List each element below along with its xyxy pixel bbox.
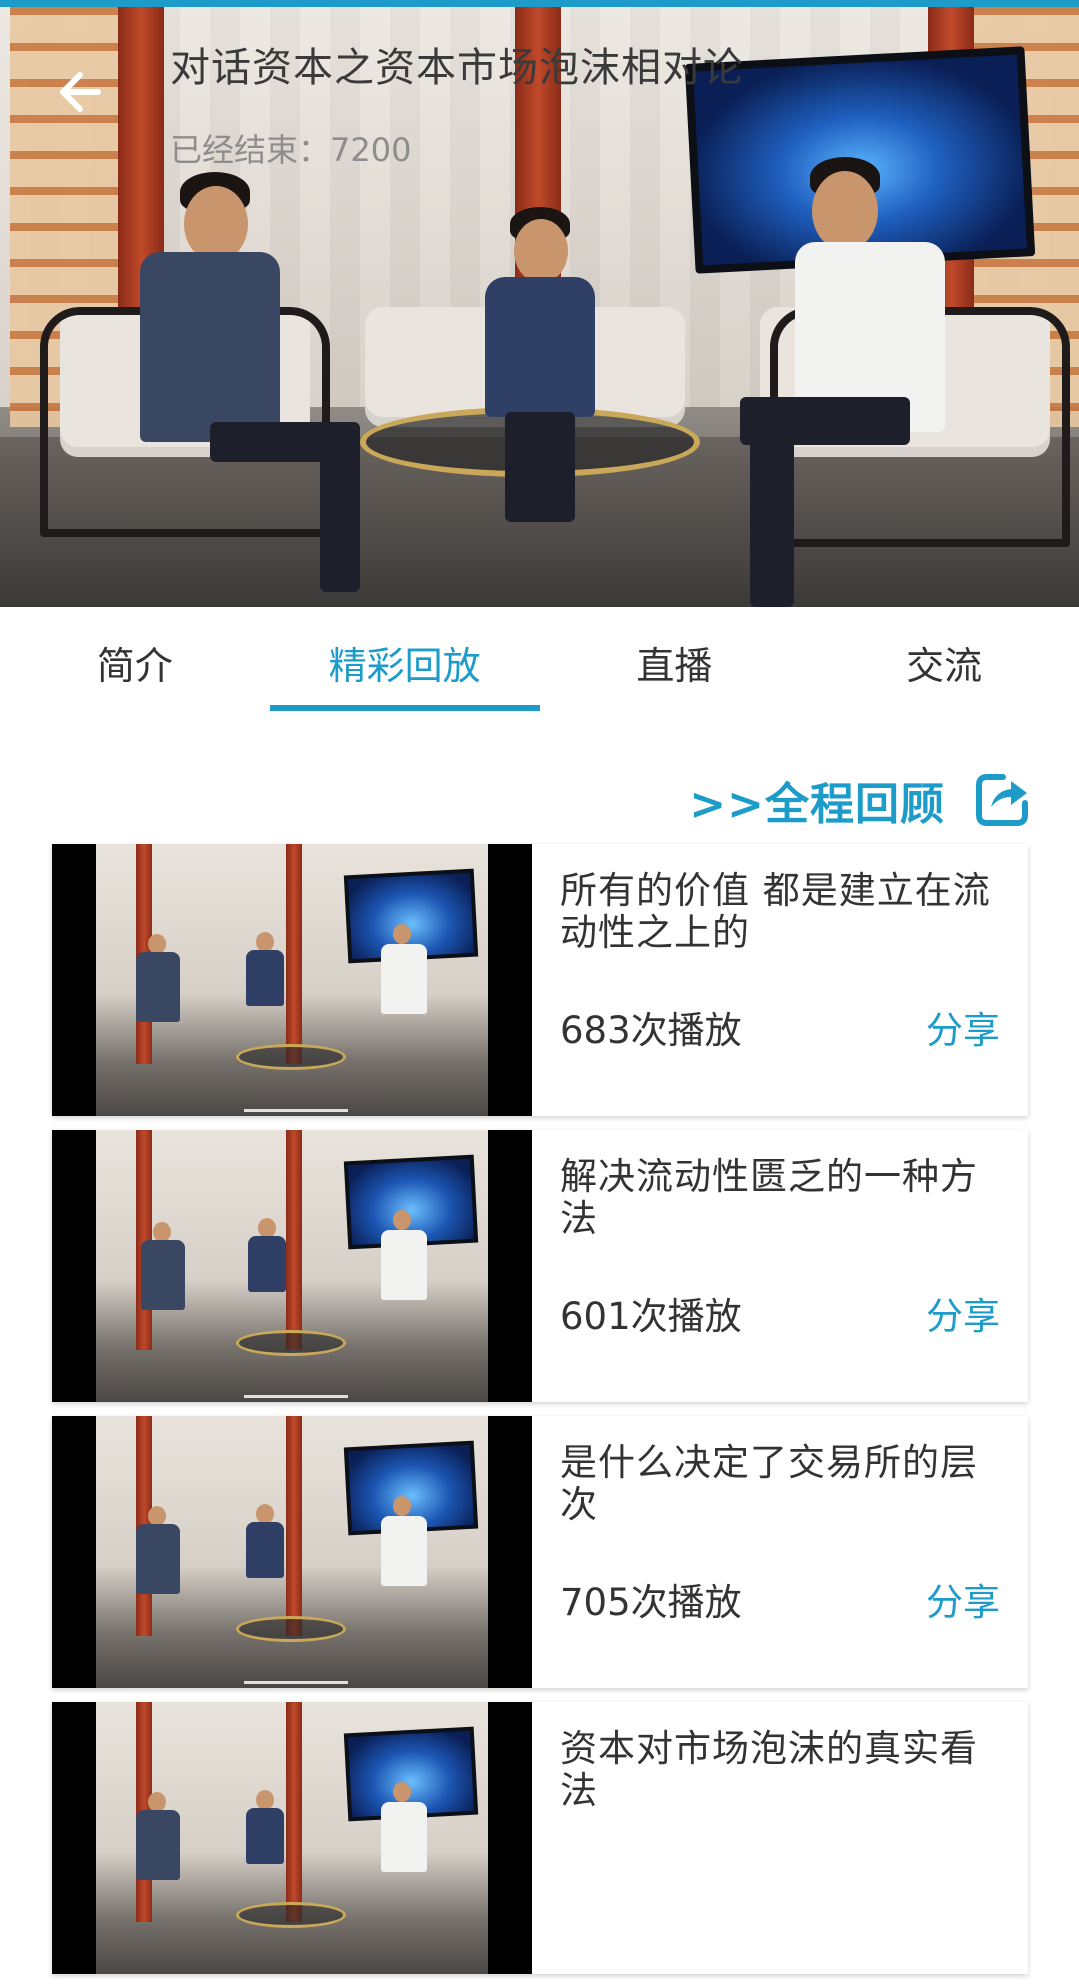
tab-chat[interactable]: 交流 xyxy=(809,607,1079,717)
play-count: 683次播放 xyxy=(560,1009,742,1052)
share-button[interactable]: 分享 xyxy=(926,1572,1000,1626)
video-title: 对话资本之资本市场泡沫相对论 xyxy=(170,45,744,91)
video-thumbnail[interactable] xyxy=(52,1702,532,1974)
playlist-item[interactable]: 所有的价值 都是建立在流动性之上的 683次播放 分享 xyxy=(52,844,1028,1116)
playlist-item-title: 是什么决定了交易所的层次 xyxy=(560,1441,978,1526)
tab-bar: 简介 精彩回放 直播 交流 xyxy=(0,607,1079,717)
full-review-label: >>全程回顾 xyxy=(689,779,945,830)
video-player[interactable]: 对话资本之资本市场泡沫相对论 已经结束：7200 xyxy=(0,7,1079,607)
play-count: 705次播放 xyxy=(560,1581,742,1624)
video-thumbnail[interactable] xyxy=(52,844,532,1116)
tab-highlights[interactable]: 精彩回放 xyxy=(270,607,540,717)
playlist-item-title: 解决流动性匮乏的一种方法 xyxy=(560,1155,978,1240)
video-thumbnail[interactable] xyxy=(52,1130,532,1402)
video-status: 已经结束：7200 xyxy=(170,131,412,169)
full-review-link[interactable]: >>全程回顾 xyxy=(689,765,1031,835)
playlist-item[interactable]: 是什么决定了交易所的层次 705次播放 分享 xyxy=(52,1416,1028,1688)
share-button[interactable]: 分享 xyxy=(926,1286,1000,1340)
playlist-item[interactable]: 解决流动性匮乏的一种方法 601次播放 分享 xyxy=(52,1130,1028,1402)
play-count: 601次播放 xyxy=(560,1295,742,1338)
share-export-icon xyxy=(976,774,1028,826)
top-accent-bar xyxy=(0,0,1079,7)
active-tab-indicator xyxy=(270,705,540,711)
playlist-item[interactable]: 资本对市场泡沫的真实看法 xyxy=(52,1702,1028,1974)
share-button[interactable]: 分享 xyxy=(926,1000,1000,1054)
tab-intro[interactable]: 简介 xyxy=(0,607,270,717)
playlist-item-title: 资本对市场泡沫的真实看法 xyxy=(560,1727,978,1812)
back-button[interactable] xyxy=(50,62,110,122)
tab-live[interactable]: 直播 xyxy=(540,607,810,717)
playlist-item-title: 所有的价值 都是建立在流动性之上的 xyxy=(560,869,991,954)
video-thumbnail[interactable] xyxy=(52,1416,532,1688)
playlist: 所有的价值 都是建立在流动性之上的 683次播放 分享 解决流动性匮乏的一种方法… xyxy=(52,844,1028,1988)
arrow-left-icon xyxy=(60,72,101,112)
